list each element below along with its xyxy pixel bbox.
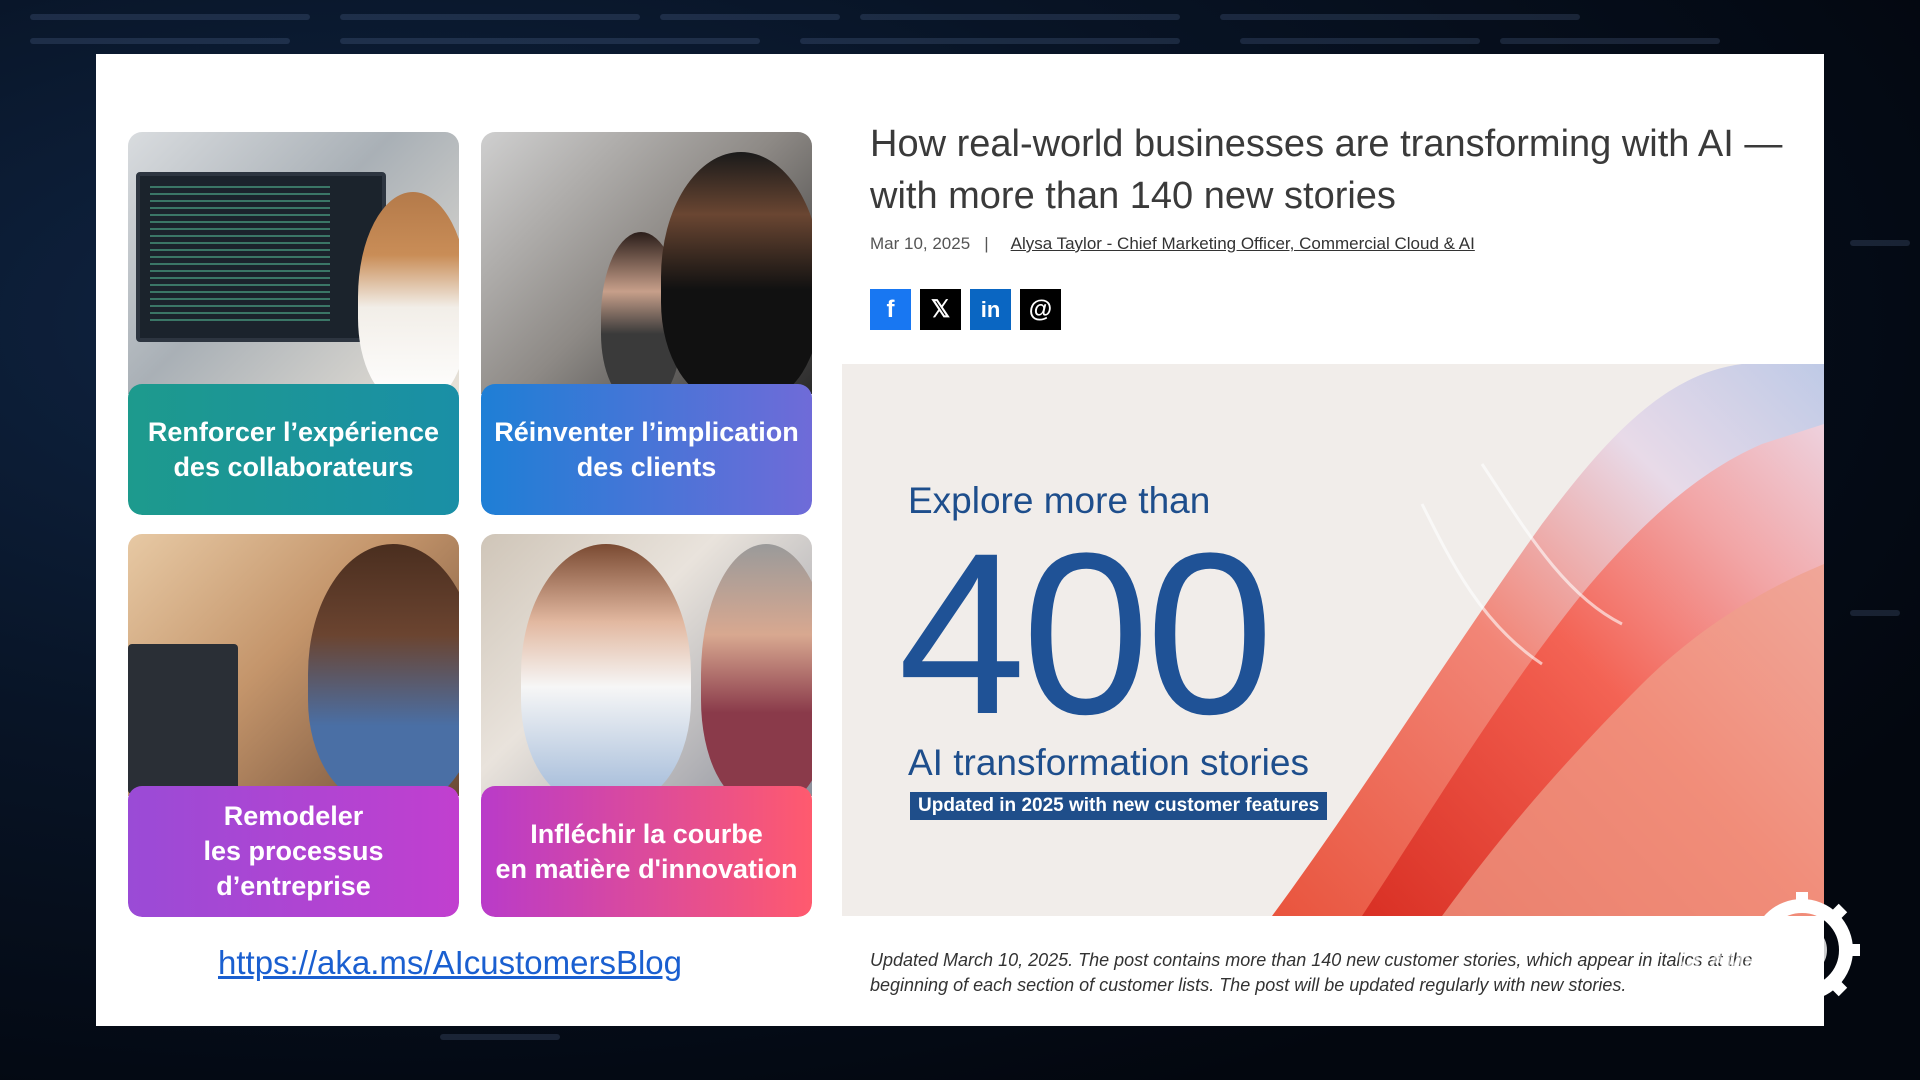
facebook-icon[interactable]: f — [870, 289, 911, 330]
article-meta: Mar 10, 2025 | Alysa Taylor - Chief Market… — [870, 234, 1475, 254]
monitor-image — [136, 172, 386, 342]
tile-business-processes[interactable]: Remodeler les processus d’entreprise — [128, 534, 459, 917]
overlay-logo-text: LES CHAMPS DE L'IA — [1678, 919, 1774, 1000]
banner-stories-text: AI transformation stories — [908, 742, 1309, 783]
banner-updated-badge: Updated in 2025 with new customer featur… — [910, 792, 1328, 820]
threads-icon[interactable]: @ — [1020, 289, 1061, 330]
linkedin-icon[interactable]: in — [970, 289, 1011, 330]
tile-label: Infléchir la courbe en matière d'innovat… — [481, 786, 812, 917]
tile-label: Réinventer l’implication des clients — [481, 384, 812, 515]
tile-label: Remodeler les processus d’entreprise — [128, 786, 459, 917]
tile-label: Renforcer l’expérience des collaborateur… — [128, 384, 459, 515]
photo-doctor-patient — [481, 534, 812, 804]
stories-banner: Explore more than 400 AI transformation … — [842, 364, 1824, 916]
x-icon[interactable]: 𝕏 — [920, 289, 961, 330]
photo-call-center — [128, 534, 459, 804]
update-note: Updated March 10, 2025. The post contain… — [870, 950, 1753, 995]
tile-customer-engagement[interactable]: Réinventer l’implication des clients — [481, 132, 812, 515]
tile-innovation[interactable]: Infléchir la courbe en matière d'innovat… — [481, 534, 812, 917]
ai-customers-blog-link[interactable]: https://aka.ms/AIcustomersBlog — [218, 944, 682, 982]
tile-employee-experience[interactable]: Renforcer l’expérience des collaborateur… — [128, 132, 459, 515]
author-link[interactable]: Alysa Taylor - Chief Marketing Officer, … — [1011, 234, 1475, 253]
article-date: Mar 10, 2025 — [870, 234, 971, 253]
meta-separator: | — [984, 234, 989, 253]
social-share-bar: f 𝕏 in @ — [870, 289, 1061, 330]
banner-story-count: 400 — [898, 505, 1274, 762]
article-title: How real-world businesses are transformi… — [870, 123, 1783, 217]
slide: Renforcer l’expérience des collaborateur… — [96, 54, 1824, 1026]
photo-developer — [128, 132, 459, 402]
photo-customers — [481, 132, 812, 402]
